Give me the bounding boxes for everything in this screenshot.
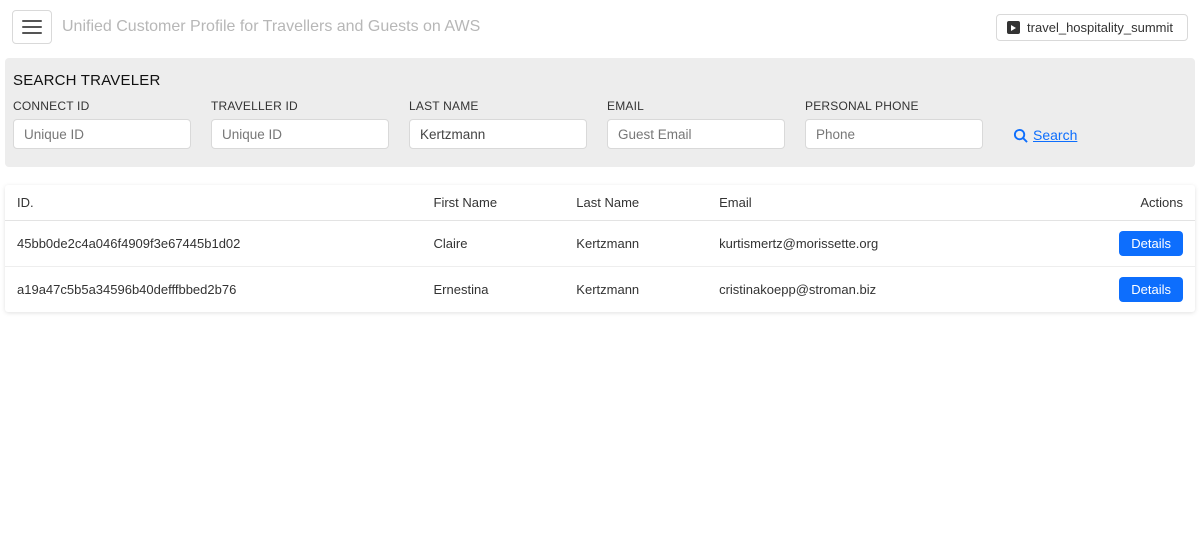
cell-actions: Details: [1040, 221, 1195, 267]
cell-id: a19a47c5b5a34596b40defffbbed2b76: [5, 267, 422, 313]
search-button[interactable]: Search: [1013, 127, 1077, 149]
results-card: ID. First Name Last Name Email Actions 4…: [5, 185, 1195, 312]
field-connect-id: CONNECT ID: [13, 99, 191, 149]
search-button-label: Search: [1033, 127, 1077, 143]
cell-first-name: Ernestina: [422, 267, 565, 313]
input-connect-id[interactable]: [13, 119, 191, 149]
field-personal-phone: PERSONAL PHONE: [805, 99, 983, 149]
label-personal-phone: PERSONAL PHONE: [805, 99, 983, 113]
label-last-name: LAST NAME: [409, 99, 587, 113]
input-last-name[interactable]: [409, 119, 587, 149]
cell-email: cristinakoepp@stroman.biz: [707, 267, 1040, 313]
table-row: 45bb0de2c4a046f4909f3e67445b1d02 Claire …: [5, 221, 1195, 267]
domain-label: travel_hospitality_summit: [1027, 20, 1173, 35]
col-actions: Actions: [1040, 185, 1195, 221]
table-row: a19a47c5b5a34596b40defffbbed2b76 Ernesti…: [5, 267, 1195, 313]
input-personal-phone[interactable]: [805, 119, 983, 149]
topbar: Unified Customer Profile for Travellers …: [0, 0, 1200, 50]
label-connect-id: CONNECT ID: [13, 99, 191, 113]
app-title: Unified Customer Profile for Travellers …: [62, 18, 986, 36]
field-last-name: LAST NAME: [409, 99, 587, 149]
search-fields-row: CONNECT ID TRAVELLER ID LAST NAME EMAIL …: [13, 99, 1187, 149]
results-table: ID. First Name Last Name Email Actions 4…: [5, 185, 1195, 312]
search-icon: [1013, 128, 1028, 143]
col-email: Email: [707, 185, 1040, 221]
results-header-row: ID. First Name Last Name Email Actions: [5, 185, 1195, 221]
input-email[interactable]: [607, 119, 785, 149]
col-id: ID.: [5, 185, 422, 221]
label-email: EMAIL: [607, 99, 785, 113]
search-panel-title: SEARCH TRAVELER: [13, 72, 1187, 89]
domain-selector[interactable]: travel_hospitality_summit: [996, 14, 1188, 41]
details-button[interactable]: Details: [1119, 277, 1183, 302]
search-panel: SEARCH TRAVELER CONNECT ID TRAVELLER ID …: [5, 58, 1195, 167]
col-last-name: Last Name: [564, 185, 707, 221]
label-traveller-id: TRAVELLER ID: [211, 99, 389, 113]
domain-icon: [1007, 21, 1020, 34]
col-first-name: First Name: [422, 185, 565, 221]
cell-last-name: Kertzmann: [564, 267, 707, 313]
hamburger-icon: [22, 20, 42, 34]
field-email: EMAIL: [607, 99, 785, 149]
cell-last-name: Kertzmann: [564, 221, 707, 267]
field-traveller-id: TRAVELLER ID: [211, 99, 389, 149]
menu-toggle-button[interactable]: [12, 10, 52, 44]
cell-id: 45bb0de2c4a046f4909f3e67445b1d02: [5, 221, 422, 267]
cell-email: kurtismertz@morissette.org: [707, 221, 1040, 267]
details-button[interactable]: Details: [1119, 231, 1183, 256]
cell-first-name: Claire: [422, 221, 565, 267]
input-traveller-id[interactable]: [211, 119, 389, 149]
cell-actions: Details: [1040, 267, 1195, 313]
